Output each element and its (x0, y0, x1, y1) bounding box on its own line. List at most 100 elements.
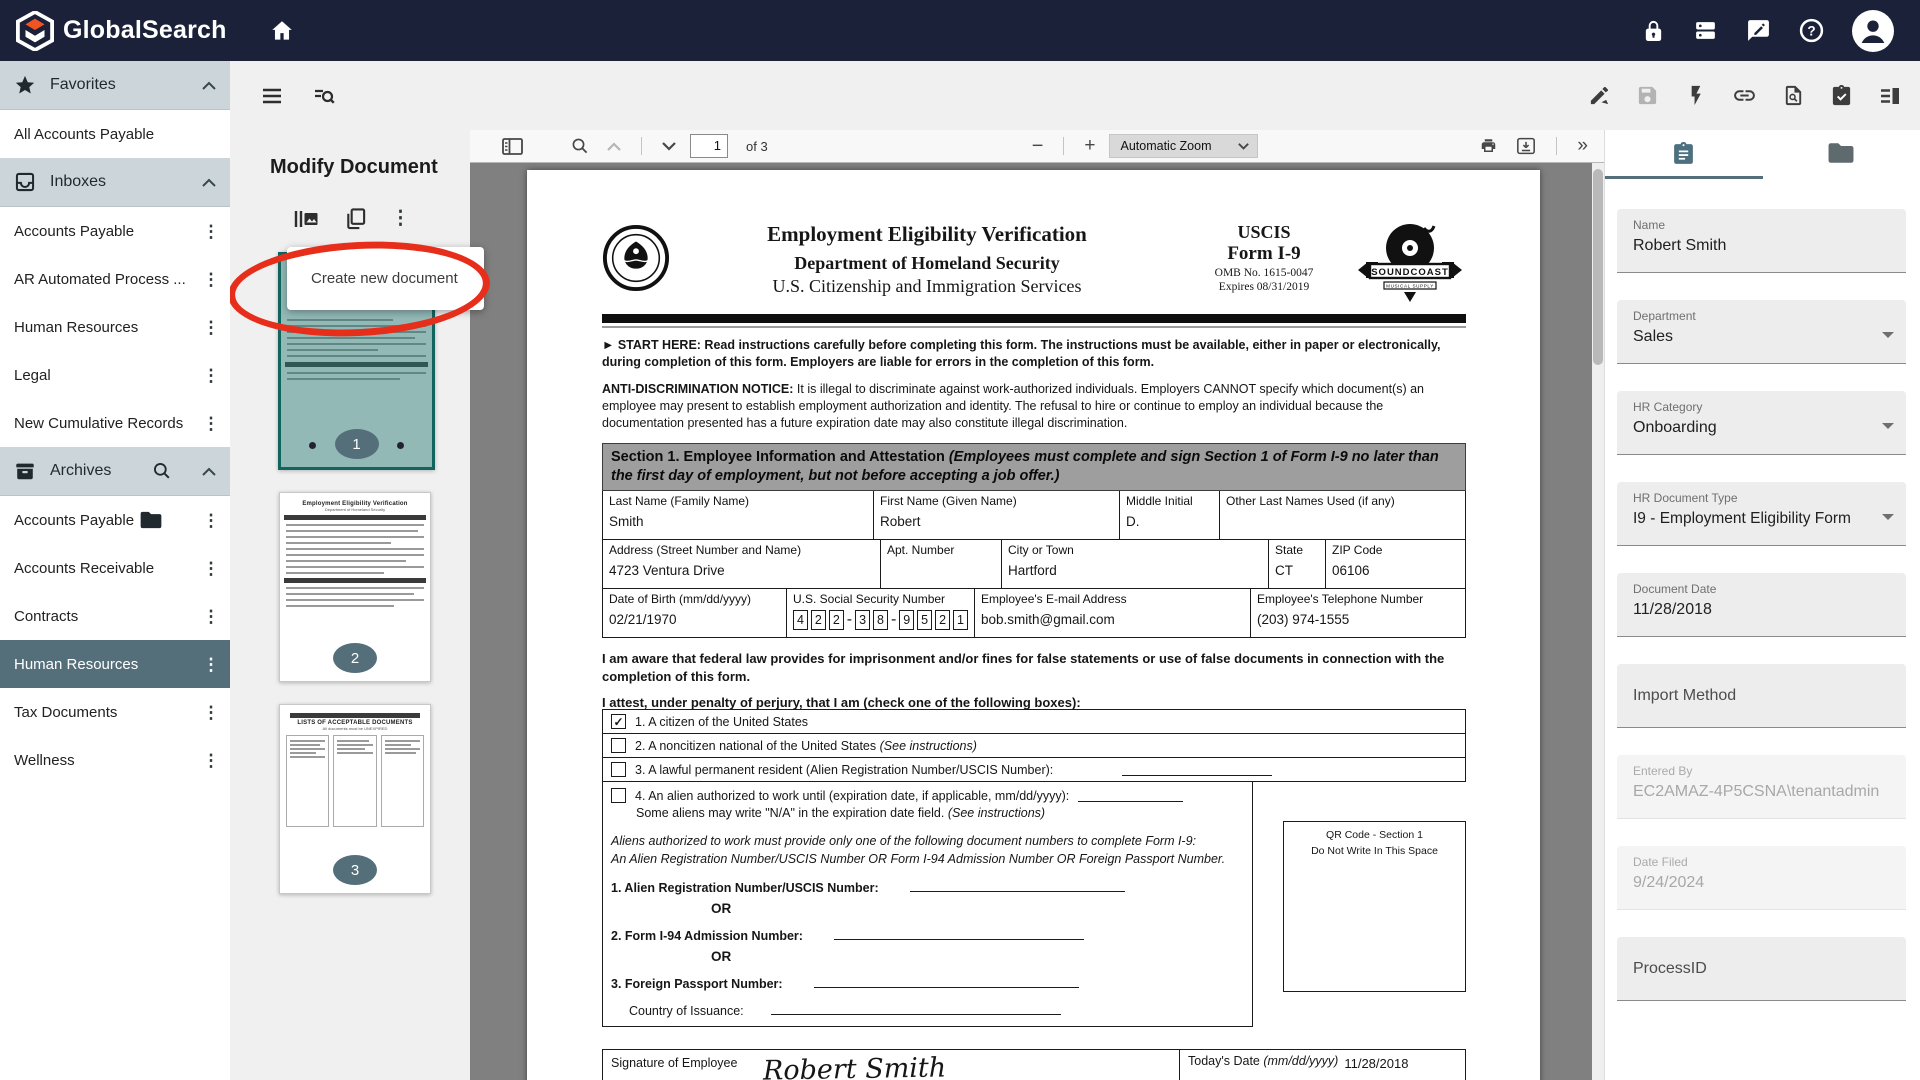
chevron-up-icon[interactable] (202, 178, 216, 187)
search-icon[interactable] (152, 461, 172, 481)
chevron-up-icon[interactable] (202, 467, 216, 476)
field-document-date[interactable]: Document Date 11/28/2018 (1617, 573, 1906, 637)
sidebar-item-legal[interactable]: Legal ⋮ (0, 351, 230, 399)
sidebar-item-tax-documents[interactable]: Tax Documents ⋮ (0, 688, 230, 736)
help-button[interactable]: ? (1799, 18, 1824, 43)
sidebar-item-ar-automated-process[interactable]: AR Automated Process ... ⋮ (0, 255, 230, 303)
sidebar-section-favorites[interactable]: Favorites (0, 61, 230, 110)
doc-form-number: Form I-9 (1184, 243, 1344, 265)
lightning-icon (1684, 84, 1707, 107)
annotate-button[interactable] (1588, 83, 1611, 108)
pdf-toolbar: 1 of 3 − + Automatic Zoom (470, 130, 1604, 163)
sidebar-item-human-resources-inbox[interactable]: Human Resources ⋮ (0, 303, 230, 351)
storage-button[interactable] (1693, 18, 1718, 43)
sidebar-item-human-resources-archive[interactable]: Human Resources ⋮ (0, 640, 230, 688)
split-pages-icon (294, 208, 320, 230)
help-icon: ? (1799, 18, 1824, 43)
index-panel: Name Robert Smith Department Sales HR Ca… (1604, 130, 1920, 1080)
field-name[interactable]: Name Robert Smith (1617, 209, 1906, 273)
kebab-menu-icon[interactable]: ⋮ (202, 223, 220, 240)
download-button[interactable] (1512, 137, 1540, 155)
app-root: GlobalSearch (0, 0, 1920, 1080)
field-process-id[interactable]: ProcessID (1617, 937, 1906, 1001)
field-import-method[interactable]: Import Method (1617, 664, 1906, 728)
scrollbar-thumb[interactable] (1593, 169, 1603, 365)
kebab-menu-icon[interactable]: ⋮ (202, 560, 220, 577)
link-button[interactable] (1732, 83, 1757, 108)
thumbnail-kebab-icon[interactable]: ⋮ (391, 209, 409, 228)
sidebar-item-contracts[interactable]: Contracts ⋮ (0, 592, 230, 640)
field-department[interactable]: Department Sales (1617, 300, 1906, 364)
save-button[interactable] (1636, 83, 1659, 108)
zoom-select[interactable]: Automatic Zoom (1109, 134, 1257, 158)
aware-paragraph: I am aware that federal law provides for… (602, 650, 1466, 685)
sidebar-item-accounts-payable-inbox[interactable]: Accounts Payable ⋮ (0, 207, 230, 255)
kebab-menu-icon[interactable]: ⋮ (202, 512, 220, 529)
toggle-sidebar-button[interactable] (498, 138, 527, 155)
chevron-up-icon[interactable] (202, 81, 216, 90)
pdf-search-button[interactable] (567, 137, 593, 155)
document-search-button[interactable] (1782, 83, 1805, 108)
kebab-menu-icon[interactable]: ⋮ (202, 608, 220, 625)
zoom-out-button[interactable]: − (1028, 135, 1048, 158)
sidebar-section-inboxes[interactable]: Inboxes (0, 158, 230, 207)
clipboard-list-icon (1671, 141, 1696, 166)
field-state: State CT (1268, 540, 1325, 588)
sidebar-section-archives[interactable]: Archives (0, 447, 230, 496)
tab-folder[interactable] (1763, 130, 1920, 176)
thumb3-subtitle: All documents must be UNEXPIRED (280, 726, 430, 731)
folder-icon (140, 511, 162, 529)
search-document-button[interactable] (312, 84, 336, 108)
panel-layout-button[interactable] (1878, 83, 1902, 108)
thumbnail-view-button[interactable] (294, 208, 320, 230)
section-label: Favorites (50, 76, 116, 94)
sidebar-item-accounts-receivable[interactable]: Accounts Receivable ⋮ (0, 544, 230, 592)
viewer-scrollbar[interactable] (1592, 163, 1604, 1080)
lock-button[interactable] (1642, 19, 1665, 42)
feedback-button[interactable] (1746, 18, 1771, 43)
home-button[interactable] (269, 18, 295, 44)
page-number-input[interactable]: 1 (690, 134, 728, 158)
zoom-in-button[interactable]: + (1080, 135, 1099, 157)
zoom-value: Automatic Zoom (1120, 139, 1211, 153)
account-button[interactable] (1852, 10, 1894, 52)
hamburger-icon (260, 84, 284, 108)
more-tools-button[interactable]: » (1573, 135, 1590, 157)
page-thumbnail-3[interactable]: LISTS OF ACCEPTABLE DOCUMENTS All docume… (279, 704, 431, 894)
view-sidebar-icon (1878, 84, 1902, 108)
print-button[interactable] (1475, 137, 1502, 155)
attest-paragraph: I attest, under penalty of perjury, that… (602, 695, 1466, 710)
tasks-button[interactable] (1830, 83, 1853, 108)
kebab-menu-icon[interactable]: ⋮ (202, 704, 220, 721)
field-hr-category[interactable]: HR Category Onboarding (1617, 391, 1906, 455)
kebab-menu-icon[interactable]: ⋮ (202, 415, 220, 432)
sidebar-item-accounts-payable-archive[interactable]: Accounts Payable ⋮ (0, 496, 230, 544)
field-hr-document-type[interactable]: HR Document Type I9 - Employment Eligibi… (1617, 482, 1906, 546)
document-page: Employment Eligibility Verification Depa… (527, 170, 1540, 1080)
tab-index-fields[interactable] (1605, 130, 1763, 176)
brand-logo[interactable]: GlobalSearch (0, 11, 227, 51)
page-thumbnail-2[interactable]: Employment Eligibility Verification Depa… (279, 492, 431, 682)
selection-handle[interactable] (309, 442, 316, 449)
dropdown-caret-icon (1882, 423, 1894, 429)
kebab-menu-icon[interactable]: ⋮ (202, 656, 220, 673)
sidebar-item-new-cumulative-records[interactable]: New Cumulative Records ⋮ (0, 399, 230, 447)
sidebar-item-wellness[interactable]: Wellness ⋮ (0, 736, 230, 784)
kebab-menu-icon[interactable]: ⋮ (202, 752, 220, 769)
copy-icon (344, 207, 367, 230)
menu-button[interactable] (260, 84, 284, 108)
storage-icon (1693, 18, 1718, 43)
sidebar-item-all-accounts-payable[interactable]: All Accounts Payable (0, 110, 230, 158)
copy-page-button[interactable] (344, 207, 367, 230)
selection-handle[interactable] (397, 442, 404, 449)
anti-discrimination-paragraph: ANTI-DISCRIMINATION NOTICE: It is illega… (602, 381, 1466, 432)
create-new-document-tooltip[interactable]: Create new document (287, 247, 484, 310)
previous-page-button[interactable] (603, 142, 625, 151)
next-page-button[interactable] (658, 142, 680, 151)
edit-pencil-icon (1588, 84, 1611, 107)
kebab-menu-icon[interactable]: ⋮ (202, 319, 220, 336)
sidebar-toggle-icon (502, 138, 523, 155)
kebab-menu-icon[interactable]: ⋮ (202, 271, 220, 288)
kebab-menu-icon[interactable]: ⋮ (202, 367, 220, 384)
workflow-button[interactable] (1684, 83, 1707, 108)
